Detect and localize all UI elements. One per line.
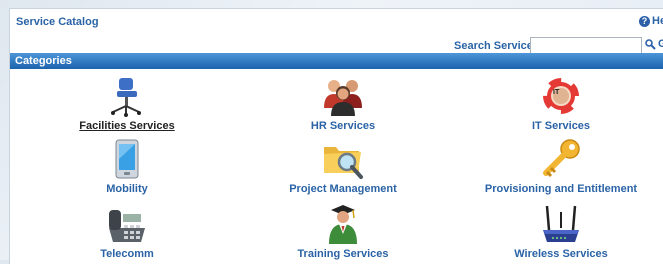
category-telecomm[interactable]: Telecomm [27,202,227,260]
go-label: G [658,38,663,50]
category-project-management[interactable]: Project Management [243,137,443,195]
category-label: Facilities Services [79,120,175,132]
category-facilities-services[interactable]: Facilities Services [27,74,227,132]
folder-search-icon [324,147,363,179]
category-label: Mobility [106,183,148,195]
category-label: Provisioning and Entitlement [484,183,638,195]
category-label: Project Management [289,183,397,195]
category-mobility[interactable]: Mobility [27,137,227,195]
category-label: IT Services [531,120,591,132]
category-label: Training Services [297,248,389,260]
service-catalog-panel: Service Catalog ? He Search Services G C… [9,8,663,264]
search-label: Search Services [454,40,540,52]
categories-header: Categories [10,53,663,69]
smartphone-icon [115,139,139,179]
office-chair-icon [111,78,141,117]
category-label: Telecomm [100,248,154,260]
graduate-icon [329,205,357,244]
category-label: HR Services [310,120,376,132]
page-title: Service Catalog [16,16,99,28]
help-icon: ? [639,15,650,27]
svg-text:IT: IT [553,89,560,96]
people-icon [324,80,362,116]
lifebuoy-icon: IT [539,74,583,118]
category-provisioning-entitlement[interactable]: Provisioning and Entitlement [461,137,661,195]
category-label: Wireless Services [514,248,608,260]
key-icon [543,139,580,178]
category-wireless-services[interactable]: Wireless Services [461,202,661,260]
help-label: He [652,15,663,27]
magnifier-icon [645,38,656,50]
go-button[interactable]: G [645,38,663,50]
help-link[interactable]: ? He [639,15,663,27]
category-hr-services[interactable]: HR Services [243,74,443,132]
desk-phone-icon [109,210,145,242]
router-icon [543,205,579,242]
category-it-services[interactable]: IT IT Services [461,74,661,132]
category-training-services[interactable]: Training Services [243,202,443,260]
